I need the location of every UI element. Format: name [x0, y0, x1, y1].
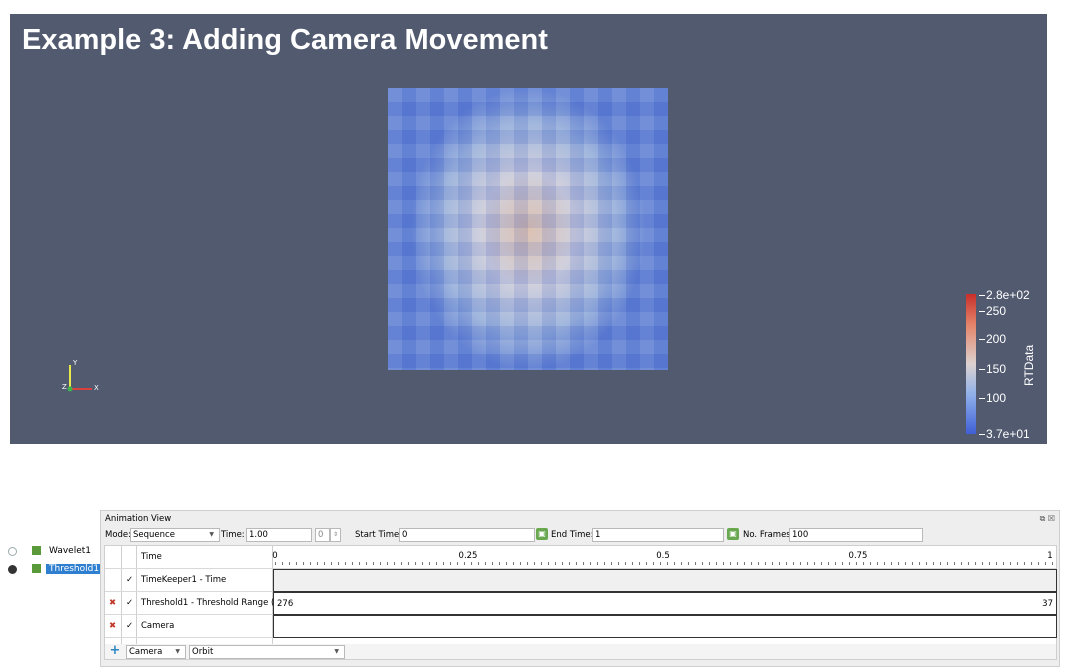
- axis-z-label: Z: [62, 383, 67, 391]
- column-header: Time: [141, 552, 162, 562]
- axis-x-label: X: [94, 384, 99, 392]
- time-ruler[interactable]: 0 0.25 0.5 0.75 1: [272, 546, 1055, 568]
- render-view[interactable]: Example 3: Adding Camera Movement Y Z X …: [10, 14, 1047, 444]
- ruler-tick-label: 0.75: [848, 551, 868, 561]
- pipeline-item-label: Threshold1: [46, 564, 103, 574]
- track-name: Camera: [141, 621, 175, 631]
- delete-track-icon[interactable]: ✖: [109, 615, 116, 637]
- start-time-input[interactable]: 0: [399, 528, 535, 542]
- end-time-input[interactable]: 1: [592, 528, 724, 542]
- frames-label: No. Frames:: [743, 530, 794, 540]
- colorbar-tick: 250: [978, 304, 1007, 318]
- add-track-source-value: Camera: [129, 647, 163, 657]
- time-label: Time:: [221, 530, 245, 540]
- wavelet-threshold-render: [388, 88, 668, 370]
- add-track-type-value: Orbit: [192, 647, 214, 657]
- filter-icon: [32, 564, 41, 573]
- ruler-tick-label: 0: [272, 551, 278, 561]
- track-header-row: Time 0 0.25 0.5 0.75 1: [105, 546, 1056, 569]
- window-buttons[interactable]: ⧉ ☒: [1040, 514, 1055, 524]
- pipeline-item-threshold1[interactable]: Threshold1: [6, 563, 103, 577]
- colorbar: [966, 294, 976, 434]
- orientation-axes: Y Z X: [60, 359, 100, 399]
- time-index-spinbox[interactable]: 0: [315, 528, 330, 542]
- start-time-label: Start Time:: [355, 530, 403, 540]
- eye-closed-icon[interactable]: [8, 547, 17, 556]
- track-name: TimeKeeper1 - Time: [141, 575, 227, 585]
- pipeline-browser: Wavelet1 Threshold1: [6, 545, 103, 581]
- checkmark-icon[interactable]: ✓: [126, 569, 133, 591]
- colorbar-tick: 200: [978, 332, 1007, 346]
- animation-tracks: Time 0 0.25 0.5 0.75 1 ✓ TimeKeeper1 - T…: [104, 545, 1057, 660]
- add-track-source-select[interactable]: Camera: [126, 645, 186, 659]
- track-timeline[interactable]: [273, 569, 1057, 592]
- track-row: ✖ ✓ Threshold1 - Threshold Range (1) 276…: [105, 592, 1057, 615]
- colorbar-tick: 3.7e+01: [979, 427, 1030, 441]
- axis-y-label: Y: [73, 359, 78, 367]
- checkmark-icon[interactable]: ✓: [126, 592, 133, 614]
- pipeline-item-wavelet1[interactable]: Wavelet1: [6, 545, 96, 559]
- frames-input[interactable]: 100: [789, 528, 923, 542]
- keyframe-end-value: 37: [1042, 599, 1053, 609]
- slide-title: Example 3: Adding Camera Movement: [22, 24, 548, 56]
- ruler-ticks: [275, 562, 1053, 565]
- track-timeline[interactable]: 276 37: [273, 592, 1057, 615]
- lock-icon[interactable]: ▣: [727, 528, 739, 540]
- colorbar-tick: 2.8e+02: [979, 288, 1030, 302]
- time-input[interactable]: 1.00: [246, 528, 312, 542]
- track-name: Threshold1 - Threshold Range (1): [141, 598, 284, 608]
- pipeline-item-label: Wavelet1: [49, 546, 91, 556]
- animation-view: Animation View ⧉ ☒ Mode: Sequence Time: …: [100, 510, 1060, 667]
- spin-arrows-icon[interactable]: ⇕: [330, 528, 341, 542]
- mode-select[interactable]: Sequence: [130, 528, 220, 542]
- add-track-type-select[interactable]: Orbit: [189, 645, 345, 659]
- colorbar-tick: 100: [978, 391, 1007, 405]
- add-track-row: + Camera Orbit: [105, 644, 1056, 659]
- source-icon: [32, 546, 41, 555]
- ruler-tick-label: 0.5: [656, 551, 670, 561]
- ruler-tick-label: 0.25: [458, 551, 478, 561]
- checkmark-icon[interactable]: ✓: [126, 615, 133, 637]
- end-time-label: End Time:: [551, 530, 594, 540]
- mode-label: Mode:: [105, 530, 132, 540]
- ruler-tick-label: 1: [1047, 551, 1053, 561]
- colorbar-title: RTData: [1022, 344, 1036, 386]
- lock-icon[interactable]: ▣: [536, 528, 548, 540]
- panel-title: Animation View: [105, 514, 172, 524]
- add-track-icon[interactable]: +: [109, 644, 121, 657]
- track-row: ✖ ✓ Camera: [105, 615, 1057, 638]
- eye-open-icon[interactable]: [8, 565, 17, 574]
- track-row: ✓ TimeKeeper1 - Time: [105, 569, 1057, 592]
- track-timeline[interactable]: [273, 615, 1057, 638]
- delete-track-icon[interactable]: ✖: [109, 592, 116, 614]
- mode-select-value: Sequence: [133, 530, 175, 540]
- colorbar-tick: 150: [978, 362, 1007, 376]
- keyframe-start-value: 276: [277, 599, 294, 609]
